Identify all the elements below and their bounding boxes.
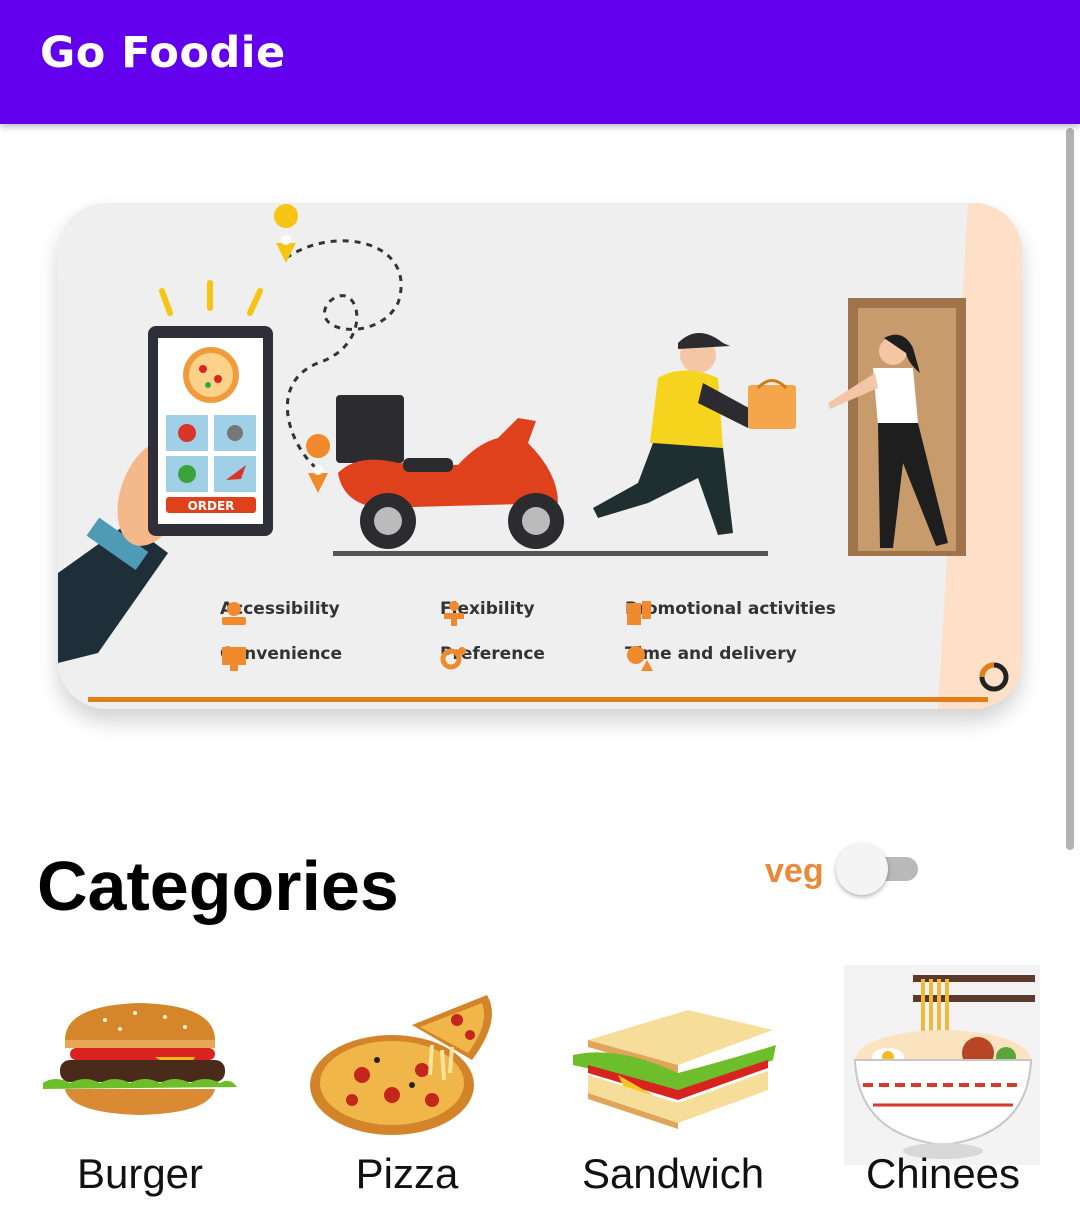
app-bar: Go Foodie: [0, 0, 1080, 124]
flexibility-icon: [444, 601, 464, 626]
category-label: Burger: [76, 1150, 204, 1197]
category-chinees[interactable]: Chinees: [828, 965, 1058, 1205]
category-burger[interactable]: Burger: [25, 965, 255, 1205]
promo-banner[interactable]: ORDER Accessibility Flexibility Promotio…: [58, 203, 1022, 709]
promotion-icon: [627, 601, 651, 625]
burger-image: [43, 1003, 237, 1115]
order-button-label: ORDER: [188, 499, 235, 513]
feature-promotional: Promotional activities: [625, 599, 836, 625]
clock-icon: [627, 646, 653, 671]
feature-preference: Preference: [440, 644, 545, 670]
category-label: Sandwich: [581, 1150, 765, 1197]
feature-flexibility: Flexibility: [440, 599, 535, 626]
category-label: Pizza: [355, 1150, 459, 1197]
noodle-bowl-image: [844, 965, 1040, 1165]
feature-accessibility: Accessibility: [220, 599, 340, 625]
category-sandwich[interactable]: Sandwich: [558, 965, 788, 1205]
feature-time-delivery: Time and delivery: [625, 644, 797, 671]
category-pizza[interactable]: Pizza: [292, 965, 522, 1205]
categories-heading: Categories: [37, 847, 399, 925]
pizza-image: [310, 995, 492, 1135]
convenience-icon: [222, 647, 246, 671]
category-label: Chinees: [865, 1150, 1021, 1197]
feature-convenience: Convenience: [220, 644, 342, 671]
sandwich-image: [573, 1010, 776, 1129]
gear-icon: [440, 647, 466, 670]
accessibility-icon: [222, 602, 246, 625]
veg-toggle[interactable]: [836, 843, 920, 895]
scrollbar[interactable]: [1066, 128, 1074, 850]
feature-label: Promotional activities: [625, 599, 836, 619]
veg-label: veg: [765, 852, 824, 890]
veg-toggle-thumb[interactable]: [836, 843, 888, 895]
app-title: Go Foodie: [40, 28, 286, 78]
